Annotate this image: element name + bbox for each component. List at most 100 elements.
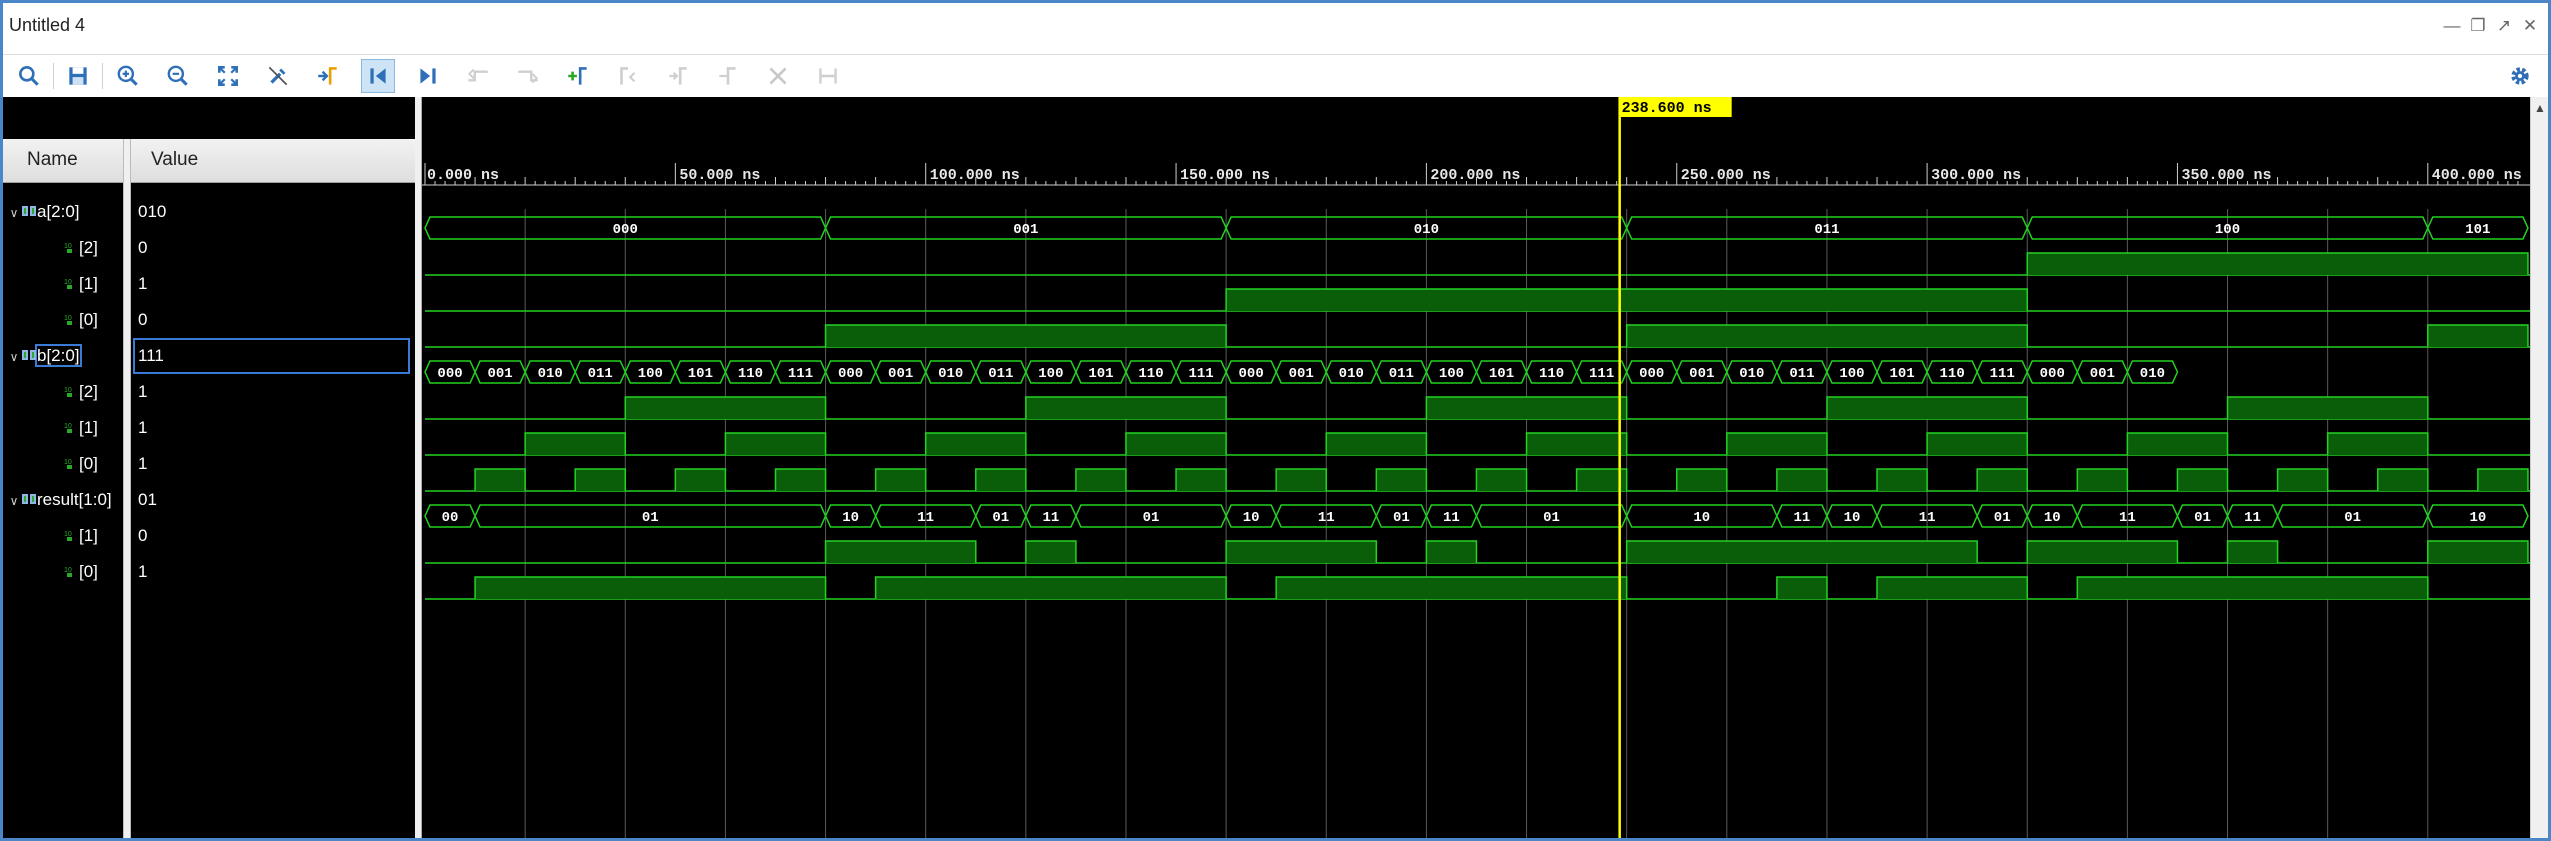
result-bus-value-label: 00 — [442, 510, 459, 526]
b-bus-value-label: 010 — [1339, 366, 1364, 382]
go-to-last-time-icon[interactable] — [411, 59, 445, 93]
waveform-canvas[interactable]: 0.000 ns 50.000 ns 100.000 ns 150.000 ns 200… — [422, 97, 2530, 841]
bit-signal-icon: 10 — [64, 459, 72, 469]
go-to-cursor-icon[interactable] — [311, 59, 345, 93]
result0-wave-high-fill — [1877, 577, 2028, 599]
b-bus-value-label: 000 — [437, 366, 462, 382]
chevron-down-icon[interactable]: ∨ — [7, 483, 21, 518]
result-bus-value-label: 10 — [2044, 510, 2061, 526]
b0-wave-high-fill — [1476, 469, 1527, 491]
b0-wave-high-fill — [975, 469, 1026, 491]
b-bus-value-label: 111 — [1188, 366, 1213, 382]
b-bus-value-label: 100 — [1839, 366, 1864, 382]
result-bus-value-label: 11 — [1443, 510, 1460, 526]
signal-name: [1] — [79, 526, 98, 545]
b0-wave-high-fill — [2277, 469, 2328, 491]
chevron-down-icon[interactable]: ∨ — [7, 195, 21, 230]
bus-row[interactable]: ∨ result[1:0] 01 — [3, 482, 415, 518]
result-bus-value-label: 10 — [2469, 510, 2486, 526]
zoom-out-icon[interactable] — [161, 59, 195, 93]
b1-wave-high-fill — [1125, 433, 1227, 455]
svg-text:10: 10 — [64, 279, 72, 286]
svg-text:10: 10 — [64, 315, 72, 322]
settings-icon[interactable] — [2503, 59, 2537, 93]
search-icon[interactable] — [12, 59, 46, 93]
b-bus-value-label: 010 — [2140, 366, 2165, 382]
add-marker-icon[interactable] — [561, 59, 595, 93]
b-bus-value-label: 100 — [1038, 366, 1063, 382]
bit-row[interactable]: 10 [1] 0 — [3, 518, 415, 554]
close-icon[interactable]: ✕ — [2517, 13, 2543, 39]
bit-signal-icon: 10 — [64, 279, 72, 289]
b-bus-value-label: 000 — [1239, 366, 1264, 382]
waveform-pane[interactable]: 0.000 ns 50.000 ns 100.000 ns 150.000 ns 200… — [422, 97, 2530, 838]
bit-signal-icon: 10 — [64, 531, 72, 541]
zoom-in-icon[interactable] — [111, 59, 145, 93]
minimize-icon[interactable]: — — [2439, 13, 2465, 39]
b0-wave-high-fill — [575, 469, 626, 491]
zoom-fit-icon[interactable] — [211, 59, 245, 93]
result-bus-value-label: 10 — [1844, 510, 1861, 526]
bus-icon — [22, 205, 36, 216]
result-bus-value-label: 01 — [1393, 510, 1410, 526]
signal-name: [2] — [79, 382, 98, 401]
bus-row[interactable]: ∨ a[2:0] 010 — [3, 194, 415, 230]
ruler-tick-label: 350.000 ns — [2181, 167, 2271, 184]
save-icon[interactable] — [61, 59, 95, 93]
svg-text:10: 10 — [64, 243, 72, 250]
cut-icon[interactable] — [761, 59, 795, 93]
waveform-window: Untitled 4 — ❐ ↗ ✕ Name Value ∨ a[2:0] 01 — [0, 0, 2551, 841]
ruler-tick-label: 250.000 ns — [1681, 167, 1771, 184]
a0-wave-high-fill — [1626, 325, 2028, 347]
bit-row[interactable]: 10 [1] 1 — [3, 410, 415, 446]
maximize-icon[interactable]: ↗ — [2491, 13, 2517, 39]
result-bus-value-label: 10 — [1243, 510, 1260, 526]
result-bus-value-label: 11 — [2119, 510, 2136, 526]
bit-row[interactable]: 10 [2] 0 — [3, 230, 415, 266]
signal-name-cell: 10 [2] — [3, 374, 123, 410]
ruler-tick-label: 0.000 ns — [427, 167, 499, 184]
pane-splitter[interactable] — [415, 97, 422, 838]
next-transition-icon[interactable] — [511, 59, 545, 93]
b2-wave-high-fill — [1025, 397, 1227, 419]
bit-row[interactable]: 10 [0] 1 — [3, 554, 415, 590]
result-bus-value-label: 10 — [1693, 510, 1710, 526]
previous-transition-icon[interactable] — [461, 59, 495, 93]
result0-wave-high-fill — [875, 577, 1227, 599]
next-marker-icon[interactable] — [661, 59, 695, 93]
signal-value: 0 — [138, 310, 148, 329]
b0-wave-high-fill — [775, 469, 826, 491]
b1-wave-high-fill — [1726, 433, 1827, 455]
b-bus-value-label: 101 — [1088, 366, 1113, 382]
value-column-header[interactable]: Value — [151, 149, 198, 171]
signal-name-cell: 10 [1] — [3, 410, 123, 446]
previous-marker-icon[interactable] — [611, 59, 645, 93]
vertical-scrollbar[interactable]: ▲ — [2530, 97, 2548, 838]
bit-row[interactable]: 10 [2] 1 — [3, 374, 415, 410]
result-bus-value-label: 01 — [2194, 510, 2211, 526]
go-to-time-zero-icon[interactable] — [361, 59, 395, 93]
restore-icon[interactable]: ❐ — [2465, 13, 2491, 39]
b0-wave-high-fill — [1877, 469, 1928, 491]
b2-wave-high-fill — [2227, 397, 2428, 419]
scroll-up-icon[interactable]: ▲ — [2534, 101, 2546, 115]
signal-name-cell: 10 [0] — [3, 446, 123, 482]
signal-value: 01 — [138, 490, 157, 509]
chevron-down-icon[interactable]: ∨ — [7, 339, 21, 374]
name-column-header[interactable]: Name — [27, 149, 78, 171]
no-snap-icon[interactable] — [261, 59, 295, 93]
swap-cursors-icon[interactable] — [711, 59, 745, 93]
bit-row[interactable]: 10 [1] 1 — [3, 266, 415, 302]
bit-row[interactable]: 10 [0] 1 — [3, 446, 415, 482]
result-bus-value-label: 11 — [1794, 510, 1811, 526]
b0-wave-high-fill — [2377, 469, 2428, 491]
signal-value: 010 — [138, 202, 167, 221]
bus-row[interactable]: ∨ b[2:0] 111 — [3, 338, 415, 374]
b-bus-value-label: 100 — [1439, 366, 1464, 382]
b0-wave-high-fill — [1376, 469, 1427, 491]
b2-wave-high-fill — [625, 397, 826, 419]
bit-row[interactable]: 10 [0] 0 — [3, 302, 415, 338]
result-bus-value-label: 01 — [1994, 510, 2011, 526]
signal-name: b[2:0] — [35, 344, 82, 367]
delete-all-markers-icon[interactable] — [811, 59, 845, 93]
